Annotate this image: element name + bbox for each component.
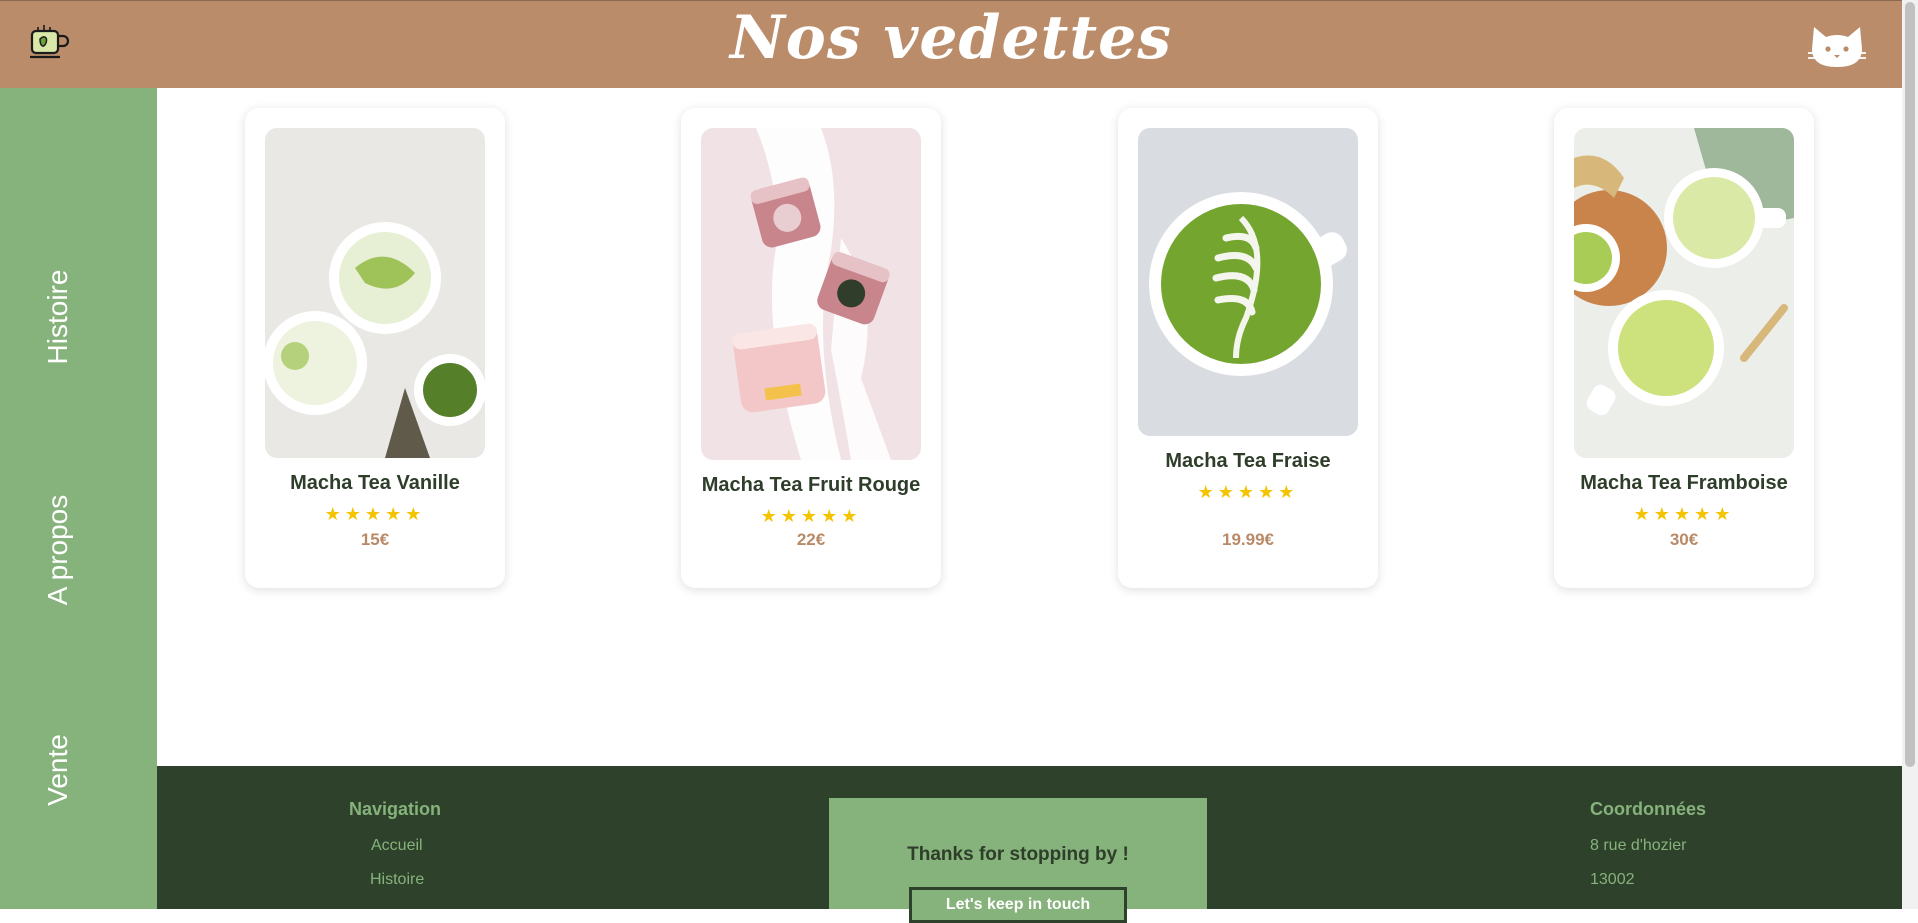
- keep-in-touch-button[interactable]: Let's keep in touch: [909, 887, 1127, 923]
- address-postcode: 13002: [1590, 871, 1635, 888]
- header-bar: Nos vedettes: [0, 0, 1902, 88]
- product-image: [1138, 128, 1358, 436]
- product-price: 30€: [1669, 530, 1699, 549]
- product-card[interactable]: Macha Tea Framboise ★★★★★ 30€: [1554, 108, 1814, 588]
- rating-stars: ★★★★★: [324, 504, 426, 524]
- contact-box: Thanks for stopping by ! Let's keep in t…: [829, 798, 1207, 923]
- product-image: [1574, 128, 1794, 458]
- product-price: 19.99€: [1222, 530, 1274, 549]
- product-image: [701, 128, 921, 460]
- footer-navigation-heading: Navigation: [349, 799, 442, 819]
- product-card[interactable]: Macha Tea Fraise ★★★★★ 19.99€: [1118, 108, 1378, 588]
- rating-stars: ★★★★★: [1633, 504, 1735, 524]
- sidebar-item-a-propos[interactable]: A propos: [42, 495, 74, 606]
- footer: Navigation Accueil Histoire Thanks for s…: [157, 766, 1902, 923]
- product-card[interactable]: Macha Tea Vanille ★★★★★ 15€: [245, 108, 505, 588]
- product-name: Macha Tea Fraise: [1165, 450, 1331, 472]
- product-name: Macha Tea Fruit Rouge: [701, 474, 921, 496]
- footer-link-accueil[interactable]: Accueil: [371, 837, 423, 855]
- cat-icon[interactable]: [1808, 23, 1866, 69]
- page-scrollbar[interactable]: [1902, 0, 1918, 909]
- address-street: 8 rue d'hozier: [1590, 837, 1687, 854]
- product-card[interactable]: Macha Tea Fruit Rouge ★★★★★ 22€: [681, 108, 941, 588]
- product-price: 22€: [796, 530, 826, 549]
- footer-link-histoire[interactable]: Histoire: [370, 871, 424, 889]
- contact-message: Thanks for stopping by !: [907, 844, 1129, 865]
- rating-stars: ★★★★★: [1197, 482, 1299, 502]
- sidebar-item-histoire[interactable]: Histoire: [42, 270, 74, 365]
- product-name: Macha Tea Vanille: [290, 472, 460, 494]
- page-title: Nos vedettes: [729, 3, 1173, 73]
- scrollbar-thumb[interactable]: [1905, 2, 1915, 767]
- footer-coordinates-heading: Coordonnées: [1590, 799, 1707, 819]
- sidebar-item-vente[interactable]: Vente: [42, 734, 74, 806]
- product-price: 15€: [360, 530, 390, 549]
- product-image: [265, 128, 485, 458]
- product-name: Macha Tea Framboise: [1580, 472, 1788, 494]
- sidebar: Histoire A propos Vente: [0, 88, 157, 909]
- rating-stars: ★★★★★: [760, 506, 862, 526]
